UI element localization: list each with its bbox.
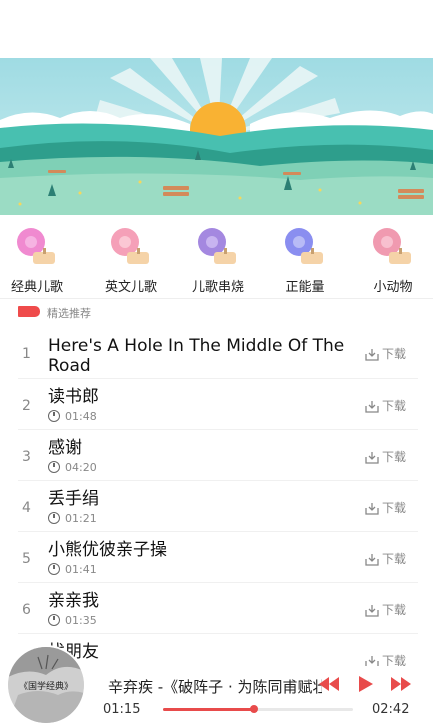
category-label: 正能量: [285, 280, 325, 295]
category-classic-songs[interactable]: 经典儿歌: [0, 222, 77, 300]
song-title: 小熊优彼亲子操: [48, 540, 167, 560]
album-cover-disc[interactable]: 《国学经典》: [8, 647, 84, 723]
song-row[interactable]: 2 读书郎 01:48 下载: [18, 379, 418, 430]
next-track-icon[interactable]: [390, 676, 412, 692]
download-button[interactable]: 下载: [365, 499, 406, 516]
download-button[interactable]: 下载: [365, 448, 406, 465]
song-title: 感谢: [48, 438, 82, 458]
song-row[interactable]: 1 Here's A Hole In The Middle Of The Roa…: [18, 328, 418, 379]
blue-gramophone-icon: [285, 228, 323, 264]
download-icon: [365, 554, 379, 566]
song-row[interactable]: 4 丢手绢 01:21 下载: [18, 481, 418, 532]
category-label: 英文儿歌: [104, 280, 157, 295]
top-bar: [0, 0, 433, 58]
download-icon: [365, 452, 379, 464]
song-row[interactable]: 5 小熊优彼亲子操 01:41 下载: [18, 532, 418, 583]
download-button[interactable]: 下载: [365, 601, 406, 618]
song-duration: 04:20: [48, 461, 97, 475]
song-title: 亲亲我: [48, 591, 99, 611]
now-playing-title[interactable]: 辛弃疾 -《破阵子 · 为陈同甫赋壮词以寄之》: [108, 676, 322, 697]
category-medley[interactable]: 儿歌串烧: [178, 222, 258, 300]
purple-gramophone-icon: [198, 228, 236, 264]
download-icon: [365, 503, 379, 515]
play-icon[interactable]: [354, 676, 376, 692]
song-title: 丢手绢: [48, 489, 99, 509]
section-title: 精选推荐: [47, 307, 91, 320]
category-label: 小动物: [373, 280, 413, 295]
pink-gramophone-icon: [17, 228, 55, 264]
download-icon: [365, 349, 379, 361]
pink-gramophone-icon: [111, 228, 149, 264]
divider: [0, 298, 433, 299]
previous-track-icon[interactable]: [318, 676, 340, 692]
song-number: 3: [22, 449, 31, 465]
song-duration: 01:21: [48, 512, 97, 526]
song-title: 读书郎: [48, 387, 99, 407]
section-tag-icon: [18, 306, 40, 317]
category-positive-energy[interactable]: 正能量: [265, 222, 345, 300]
song-duration: 01:48: [48, 410, 97, 424]
download-button[interactable]: 下载: [365, 550, 406, 567]
song-number: 4: [22, 500, 31, 516]
song-row[interactable]: 3 感谢 04:20 下载: [18, 430, 418, 481]
download-icon: [365, 401, 379, 413]
progress-knob[interactable]: [250, 705, 259, 713]
song-row[interactable]: 6 亲亲我 01:35 下载: [18, 583, 418, 634]
song-number: 1: [22, 346, 31, 362]
album-label: 《国学经典》: [19, 680, 73, 692]
current-time: 01:15: [103, 702, 141, 717]
download-button[interactable]: 下载: [365, 397, 406, 414]
total-time: 02:42: [372, 702, 410, 717]
clock-icon: [48, 410, 60, 422]
download-icon: [365, 605, 379, 617]
clock-icon: [48, 614, 60, 626]
progress-fill: [163, 708, 255, 711]
pink-gramophone-icon: [373, 228, 411, 264]
song-duration: 01:41: [48, 563, 97, 577]
category-label: 经典儿歌: [10, 280, 63, 295]
category-little-animals[interactable]: 小动物: [353, 222, 433, 300]
song-number: 5: [22, 551, 31, 567]
clock-icon: [48, 512, 60, 524]
download-button[interactable]: 下载: [365, 345, 406, 362]
progress-slider[interactable]: [163, 705, 353, 713]
song-number: 6: [22, 602, 31, 618]
clock-icon: [48, 461, 60, 473]
category-bar: 经典儿歌 英文儿歌 儿歌串烧 正能量 小动物: [0, 222, 433, 300]
song-number: 2: [22, 398, 31, 414]
category-english-songs[interactable]: 英文儿歌: [91, 222, 171, 300]
clock-icon: [48, 563, 60, 575]
song-title: Here's A Hole In The Middle Of The Road: [48, 336, 345, 376]
category-label: 儿歌串烧: [191, 280, 244, 295]
banner-sunrise-illustration[interactable]: [0, 58, 433, 215]
song-duration: 01:35: [48, 614, 97, 628]
